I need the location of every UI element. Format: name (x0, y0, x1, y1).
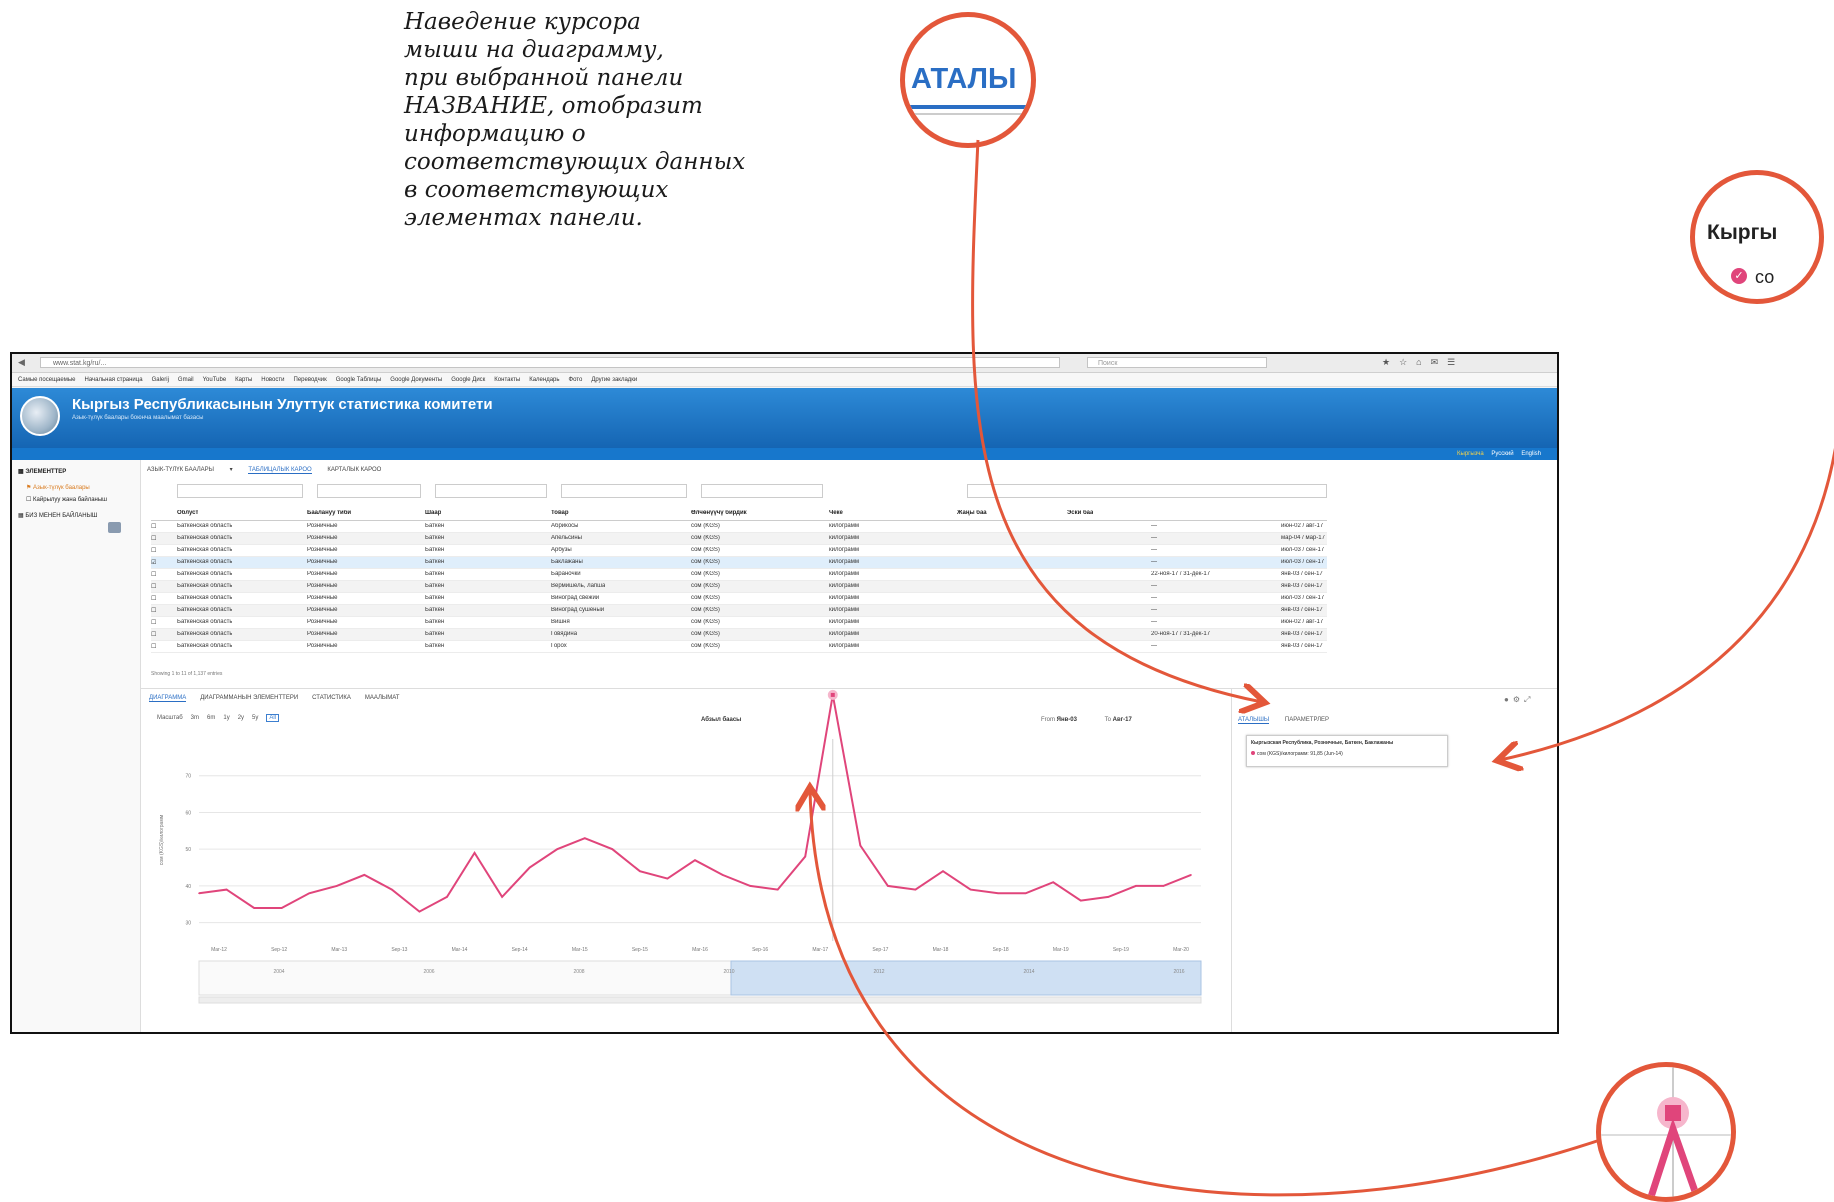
callout-arrows (0, 139, 1834, 1197)
arrow-tab (971, 139, 1262, 702)
arrow-title (1500, 447, 1834, 760)
arrow-point (810, 790, 1601, 1197)
